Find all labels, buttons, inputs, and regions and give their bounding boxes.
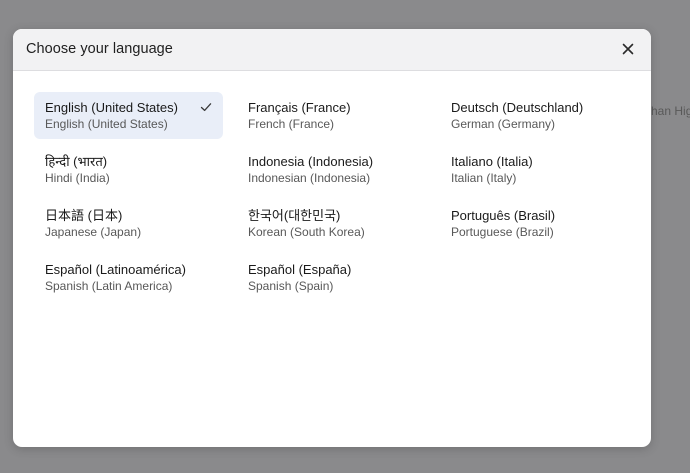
- language-name: Indonesia (Indonesia): [248, 154, 374, 169]
- language-name: 한국어(대한민국): [248, 208, 341, 223]
- language-name: Français (France): [248, 100, 351, 115]
- language-grid: English (United States) English (United …: [34, 92, 634, 308]
- language-option[interactable]: Español (Latinoamérica) Spanish (Latin A…: [34, 254, 223, 301]
- language-option-selected[interactable]: English (United States) English (United …: [34, 92, 223, 139]
- language-name: English (United States): [45, 100, 178, 115]
- language-option[interactable]: Português (Brasil) Portuguese (Brazil): [440, 200, 629, 247]
- language-name: Español (España): [248, 262, 352, 277]
- check-icon: [200, 103, 212, 112]
- language-english-name: German (Germany): [451, 117, 556, 131]
- close-icon: [622, 43, 634, 55]
- language-english-name: Hindi (India): [45, 171, 110, 185]
- language-name: Português (Brasil): [451, 208, 556, 223]
- language-name: Deutsch (Deutschland): [451, 100, 584, 115]
- language-english-name: Spanish (Latin America): [45, 279, 173, 293]
- language-option[interactable]: Deutsch (Deutschland) German (Germany): [440, 92, 629, 139]
- language-english-name: Japanese (Japan): [45, 225, 142, 239]
- language-english-name: Spanish (Spain): [248, 279, 334, 293]
- language-name: 日本語 (日本): [45, 208, 123, 223]
- background-text: han Hig: [651, 104, 690, 118]
- dialog-header: Choose your language: [13, 29, 651, 71]
- close-button[interactable]: [617, 38, 639, 60]
- language-option[interactable]: 日本語 (日本) Japanese (Japan): [34, 200, 223, 247]
- language-dialog: Choose your language English (United Sta…: [13, 29, 651, 447]
- dialog-title: Choose your language: [26, 41, 173, 57]
- language-english-name: English (United States): [45, 117, 168, 131]
- language-english-name: Indonesian (Indonesia): [248, 171, 371, 185]
- language-option[interactable]: Indonesia (Indonesia) Indonesian (Indone…: [237, 146, 426, 193]
- language-english-name: Portuguese (Brazil): [451, 225, 554, 239]
- language-name: Italiano (Italia): [451, 154, 533, 169]
- language-name: Español (Latinoamérica): [45, 262, 186, 277]
- language-option[interactable]: 한국어(대한민국) Korean (South Korea): [237, 200, 426, 247]
- language-english-name: Italian (Italy): [451, 171, 517, 185]
- language-option[interactable]: Italiano (Italia) Italian (Italy): [440, 146, 629, 193]
- language-english-name: French (France): [248, 117, 335, 131]
- language-option[interactable]: हिन्दी (भारत) Hindi (India): [34, 146, 223, 193]
- language-option[interactable]: Español (España) Spanish (Spain): [237, 254, 426, 301]
- language-option[interactable]: Français (France) French (France): [237, 92, 426, 139]
- language-english-name: Korean (South Korea): [248, 225, 365, 239]
- language-name: हिन्दी (भारत): [45, 154, 108, 169]
